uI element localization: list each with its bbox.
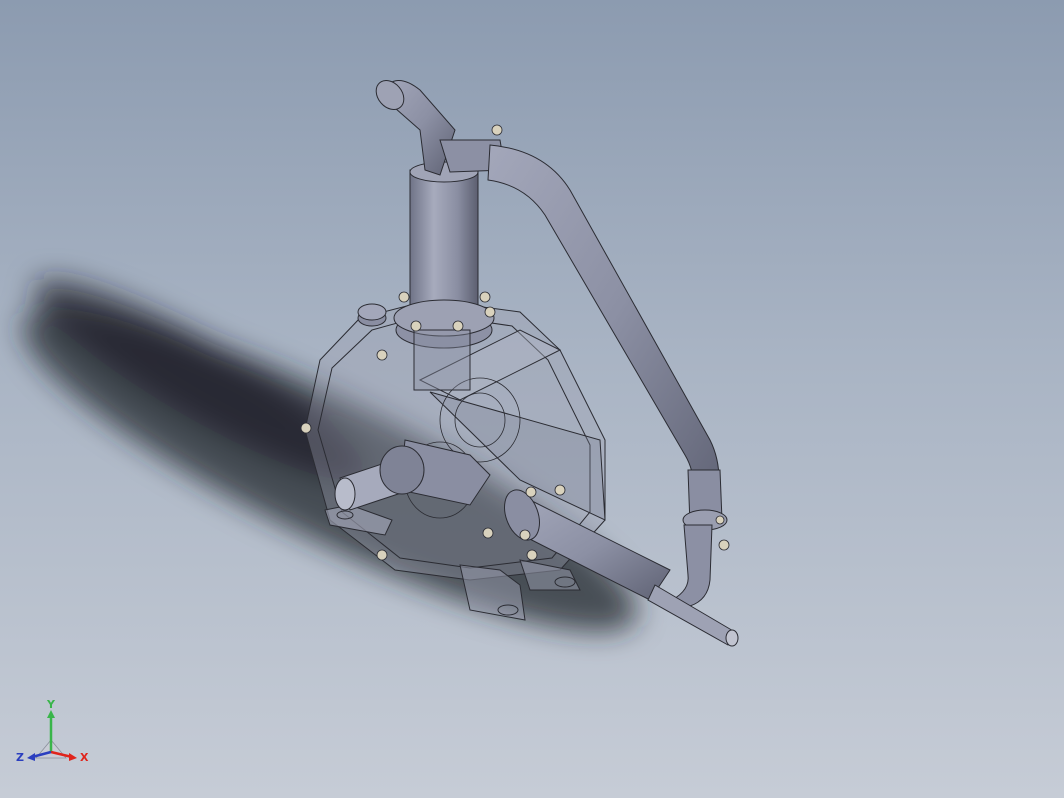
- y-axis-head-icon: [47, 710, 55, 718]
- y-axis-label: Y: [46, 700, 56, 711]
- orientation-triad: Y X Z: [16, 700, 89, 764]
- z-axis-head-icon: [27, 753, 35, 761]
- z-axis-label: Z: [16, 751, 24, 764]
- top-elbow-pipe[interactable]: [371, 75, 506, 176]
- x-axis-head-icon: [69, 753, 77, 761]
- x-axis-label: X: [80, 751, 89, 764]
- cad-graphics-area[interactable]: Y X Z: [0, 0, 1064, 798]
- breather-cap[interactable]: [357, 303, 387, 327]
- pump-assembly-model[interactable]: [0, 0, 1064, 798]
